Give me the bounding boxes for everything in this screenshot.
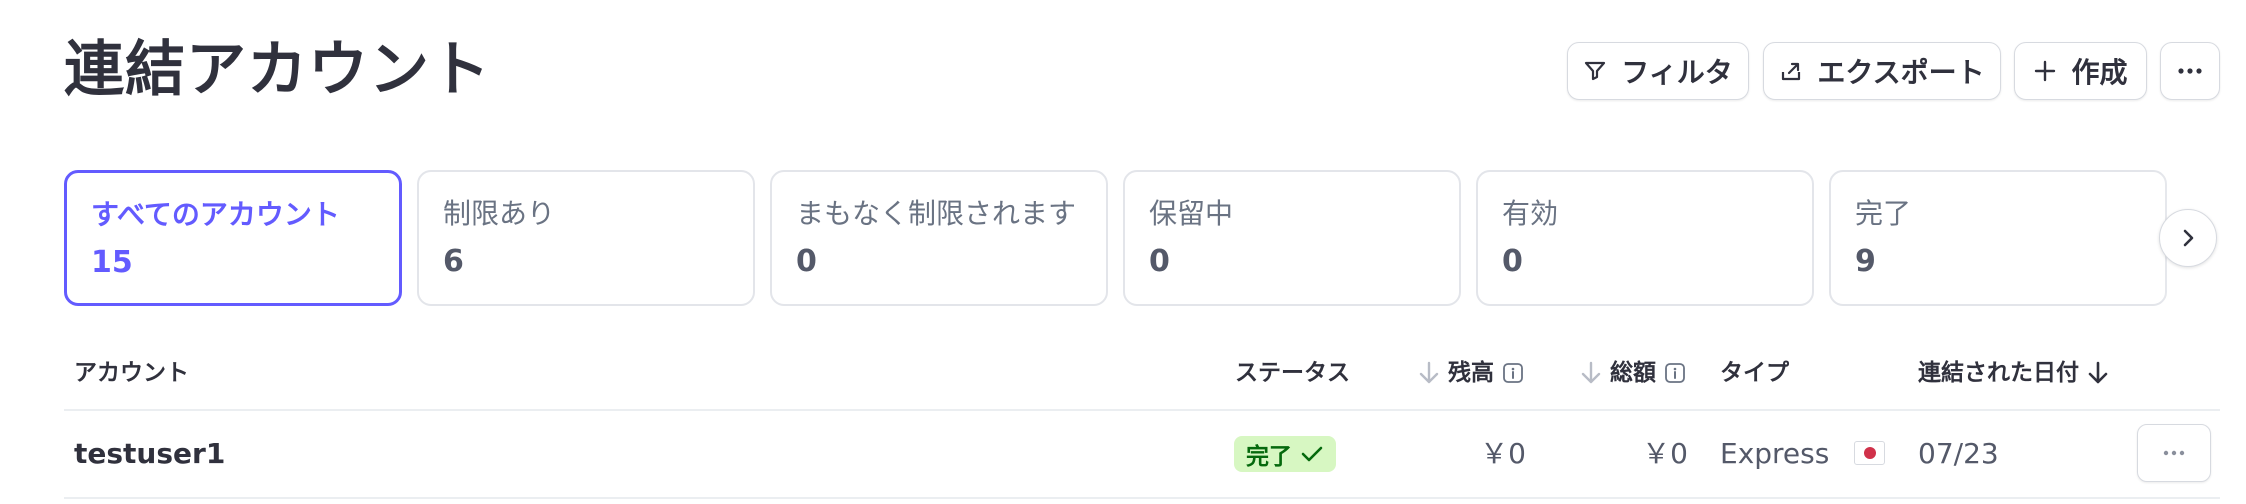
- column-header-volume[interactable]: 総額: [1580, 358, 1686, 388]
- more-actions-button[interactable]: [2160, 42, 2220, 100]
- ellipsis-icon: [2163, 450, 2185, 456]
- checkmark-icon: [1301, 446, 1323, 462]
- volume-value: ￥0: [1642, 437, 1688, 470]
- export-button-label: エクスポート: [1817, 56, 1985, 89]
- account-type: Express: [1720, 437, 1830, 470]
- cards-next-button[interactable]: [2159, 209, 2217, 267]
- sort-down-icon: [1419, 361, 1439, 384]
- sort-down-icon: [1581, 361, 1601, 384]
- column-header-label: ステータス: [1235, 360, 1350, 386]
- sort-down-icon: [2088, 361, 2108, 384]
- info-icon[interactable]: [1664, 362, 1686, 384]
- account-name[interactable]: testuser1: [74, 436, 225, 472]
- filter-button-label: フィルタ: [1621, 56, 1733, 89]
- status-badge: 完了: [1234, 436, 1336, 472]
- summary-card-count: 0: [1149, 244, 1170, 279]
- summary-card-label: 有効: [1502, 197, 1559, 230]
- summary-card-label: 保留中: [1149, 197, 1234, 230]
- column-header-label: 総額: [1610, 360, 1656, 386]
- filter-icon: [1585, 61, 1606, 81]
- export-button[interactable]: エクスポート: [1763, 42, 2001, 100]
- plus-icon: [2035, 60, 2056, 82]
- export-icon: [1782, 62, 1801, 81]
- summary-card-complete[interactable]: 完了 9: [1829, 170, 2167, 306]
- summary-card-count: 6: [443, 244, 464, 279]
- row-more-actions-button[interactable]: [2137, 424, 2211, 482]
- column-header-label: 連結された日付: [1918, 360, 2079, 386]
- column-header-status: ステータス: [1235, 358, 1350, 388]
- summary-card-count: 9: [1855, 244, 1876, 279]
- summary-card-label: すべてのアカウント: [91, 198, 340, 231]
- column-header-account: アカウント: [74, 358, 189, 388]
- column-header-balance[interactable]: 残高: [1418, 358, 1524, 388]
- column-header-label: アカウント: [74, 360, 189, 386]
- ellipsis-icon: [2178, 68, 2202, 74]
- column-header-type: タイプ: [1720, 358, 1789, 388]
- info-icon[interactable]: [1502, 362, 1524, 384]
- summary-card-label: 完了: [1855, 197, 1912, 230]
- create-button[interactable]: 作成: [2014, 42, 2147, 100]
- chevron-right-icon: [2183, 229, 2194, 247]
- summary-card-pending[interactable]: 保留中 0: [1123, 170, 1461, 306]
- summary-card-restricted[interactable]: 制限あり 6: [417, 170, 755, 306]
- create-button-label: 作成: [2071, 56, 2128, 89]
- balance-value: ￥0: [1480, 437, 1526, 470]
- summary-card-count: 0: [1502, 244, 1523, 279]
- summary-card-count: 0: [796, 244, 817, 279]
- page-title: 連結アカウント: [64, 35, 491, 105]
- summary-card-enabled[interactable]: 有効 0: [1476, 170, 1814, 306]
- column-header-connected-date[interactable]: 連結された日付: [1918, 358, 2109, 388]
- summary-card-count: 15: [91, 245, 133, 280]
- summary-card-restricted-soon[interactable]: まもなく制限されます 0: [770, 170, 1108, 306]
- status-badge-label: 完了: [1246, 444, 1292, 470]
- japan-flag-icon: [1854, 441, 1885, 465]
- connected-date: 07/23: [1918, 437, 1999, 470]
- summary-card-all-accounts[interactable]: すべてのアカウント 15: [64, 170, 402, 306]
- filter-button[interactable]: フィルタ: [1567, 42, 1749, 100]
- summary-card-label: 制限あり: [443, 197, 556, 230]
- column-header-label: 残高: [1448, 360, 1494, 386]
- column-header-label: タイプ: [1720, 360, 1789, 386]
- table-row-divider: [64, 497, 2220, 499]
- table-header-divider: [64, 409, 2220, 411]
- summary-card-label: まもなく制限されます: [796, 197, 1077, 230]
